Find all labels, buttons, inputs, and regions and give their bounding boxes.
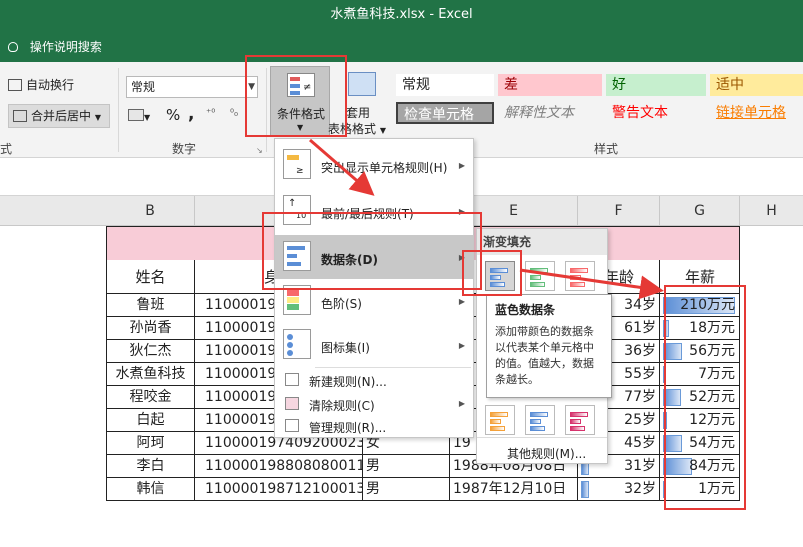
arrow-to-salary — [519, 268, 664, 300]
annotation-arrows — [309, 138, 664, 300]
arrow-to-data-bars — [309, 138, 375, 196]
